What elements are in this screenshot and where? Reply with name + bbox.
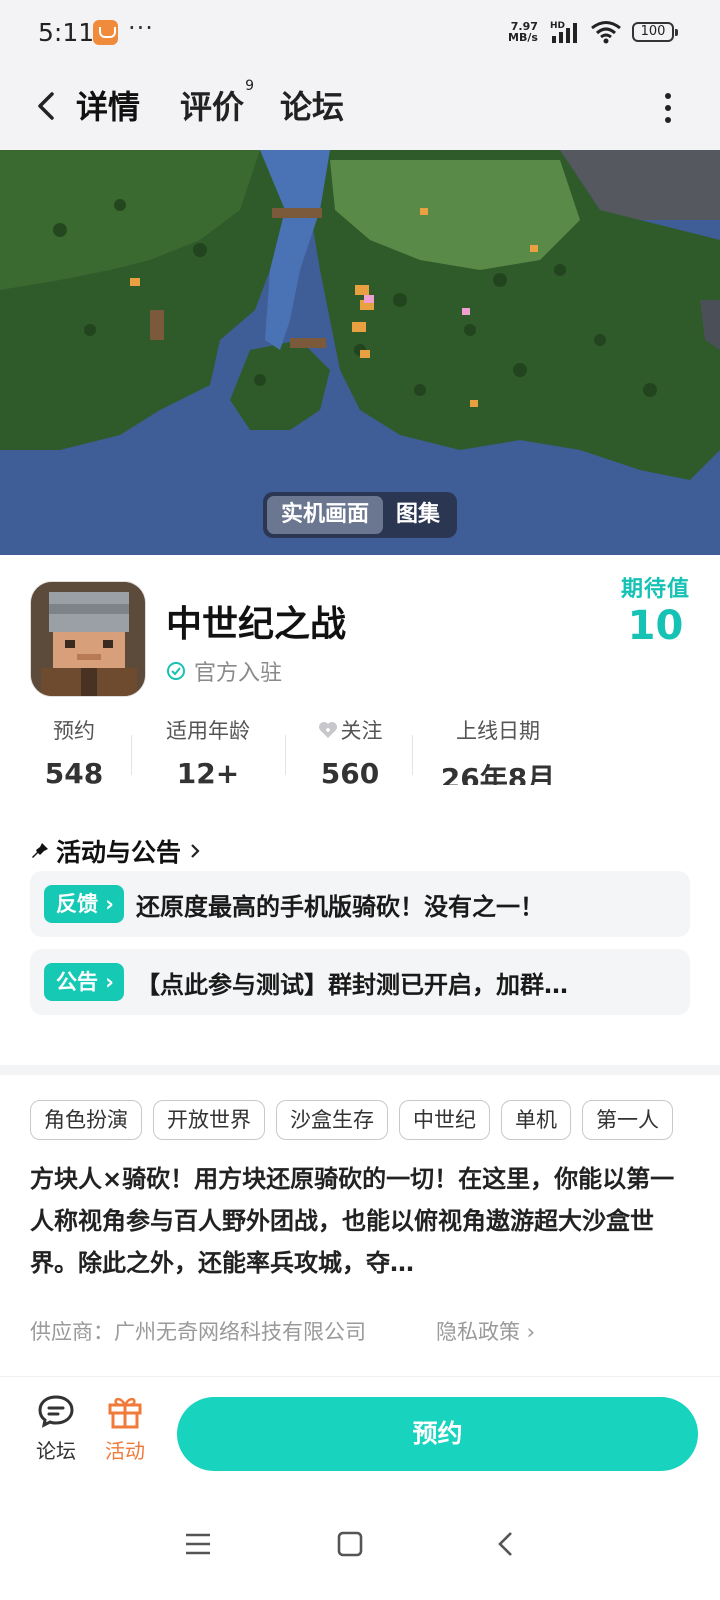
stats-row: 预约 548 适用年龄 12+ 关注 560 上线日期 26年8月: [0, 715, 720, 785]
pin-icon: [32, 843, 48, 858]
media-toggle: 实机画面 图集: [263, 492, 457, 538]
expect-label: 期待值: [620, 577, 690, 602]
toggle-gameplay[interactable]: 实机画面: [267, 496, 383, 534]
back-arrow-icon[interactable]: [30, 88, 66, 124]
tab-details-label: 详情: [76, 88, 141, 126]
stat-label: 预约: [53, 719, 95, 743]
reviews-count: 9: [245, 78, 255, 94]
tab-forum-label: 论坛: [280, 88, 345, 126]
privacy-policy-link[interactable]: 隐私政策 ›: [436, 1316, 535, 1346]
system-navigation-bar: [0, 1486, 720, 1600]
provider-text: 供应商：广州无奇网络科技有限公司: [30, 1320, 366, 1344]
reserve-button[interactable]: 预约: [177, 1397, 698, 1471]
announcements-header[interactable]: 活动与公告: [30, 833, 203, 869]
announcements-title: 活动与公告: [56, 838, 182, 867]
stat-divider: [131, 735, 132, 775]
app-icon: [30, 581, 146, 697]
hd-label: HD: [550, 21, 565, 31]
stat-label-row: 关注: [300, 715, 400, 745]
activity-label: 活动: [105, 1439, 145, 1463]
tag-chip[interactable]: 沙盒生存: [276, 1100, 388, 1140]
stat-release-date: 上线日期 26年8月: [428, 715, 568, 785]
tab-forum[interactable]: 论坛: [280, 82, 344, 128]
stat-label: 关注: [340, 719, 383, 743]
top-navigation: 详情 评价 9 论坛: [0, 66, 720, 150]
status-bar: 5:11 ··· 7.97 MB/s HD 100: [0, 0, 720, 66]
wifi-icon: [591, 21, 621, 44]
privacy-label: 隐私政策: [436, 1320, 520, 1344]
tag-chip[interactable]: 角色扮演: [30, 1100, 142, 1140]
stat-divider: [412, 735, 413, 775]
stat-value: 12+: [176, 757, 240, 785]
forum-button[interactable]: 论坛: [31, 1393, 81, 1464]
tab-reviews-label: 评价: [180, 88, 245, 126]
battery-icon: 100: [632, 22, 678, 42]
bottom-action-bar: 论坛 活动 预约: [0, 1376, 720, 1486]
stat-age-rating: 适用年龄 12+: [148, 715, 268, 785]
toggle-gallery[interactable]: 图集: [383, 496, 453, 534]
app-info-card: 中世纪之战 官方入驻 期待值 10 预约 548 适用年龄 12+ 关注 560…: [0, 555, 720, 1065]
announcement-item-feedback[interactable]: 反馈 › 还原度最高的手机版骑砍！没有之一！: [30, 871, 690, 937]
stat-label: 适用年龄: [166, 719, 250, 743]
more-notifications-icon: ···: [128, 14, 154, 42]
network-speed: 7.97 MB/s: [508, 21, 538, 43]
game-screenshot-hero[interactable]: 实机画面 图集: [0, 150, 720, 555]
verified-check-icon: [167, 662, 185, 680]
verified-badge: 官方入驻: [166, 655, 282, 687]
stat-reservations: 预约 548: [30, 715, 118, 785]
chevron-right-icon: [191, 844, 200, 858]
status-time: 5:11: [38, 18, 95, 47]
stat-followers: 关注 560: [300, 715, 400, 785]
announcement-tag: 公告 ›: [44, 963, 124, 1001]
announcement-text: 还原度最高的手机版骑砍！没有之一！: [135, 892, 544, 921]
back-icon[interactable]: [492, 1530, 520, 1558]
verified-label: 官方入驻: [194, 661, 283, 686]
expect-value: 10: [627, 603, 684, 649]
forum-label: 论坛: [36, 1439, 76, 1463]
tag-chip[interactable]: 单机: [501, 1100, 571, 1140]
knight-avatar-image: [31, 582, 145, 696]
app-title: 中世纪之战: [166, 604, 347, 645]
announcement-item-notice[interactable]: 公告 › 【点此参与测试】群封测已开启，加群…: [30, 949, 690, 1015]
stat-value: 560: [320, 757, 380, 785]
net-speed-unit: MB/s: [508, 31, 538, 44]
game-description[interactable]: 方块人×骑砍！用方块还原骑砍的一切！在这里，你能以第一人称视角参与百人野外团战，…: [30, 1158, 694, 1284]
stat-value: 548: [44, 757, 104, 785]
section-divider: [0, 1065, 720, 1075]
stat-label: 上线日期: [456, 719, 540, 743]
more-options-icon[interactable]: [664, 90, 672, 126]
home-icon[interactable]: [336, 1530, 364, 1558]
stat-divider: [285, 735, 286, 775]
announcement-tag: 反馈 ›: [44, 885, 124, 923]
forum-chat-icon: [38, 1395, 74, 1428]
gift-icon: [108, 1397, 142, 1429]
tag-chip[interactable]: 第一人: [582, 1100, 673, 1140]
menu-icon[interactable]: [184, 1530, 212, 1558]
stat-value: 26年8月: [440, 762, 556, 785]
signal-icon: HD: [550, 21, 577, 43]
tag-chip[interactable]: 中世纪: [399, 1100, 490, 1140]
announcement-text: 【点此参与测试】群封测已开启，加群…: [135, 970, 568, 999]
tag-chip[interactable]: 开放世界: [153, 1100, 265, 1140]
expectation-score: 期待值 10: [621, 571, 690, 649]
app-notification-icon: [93, 20, 118, 45]
tab-details[interactable]: 详情: [76, 82, 141, 128]
tab-reviews[interactable]: 评价 9: [180, 78, 254, 128]
genre-tags: 角色扮演 开放世界 沙盒生存 中世纪 单机 第一人: [30, 1100, 720, 1142]
activity-button[interactable]: 活动: [100, 1393, 150, 1464]
heart-icon: [318, 722, 337, 738]
